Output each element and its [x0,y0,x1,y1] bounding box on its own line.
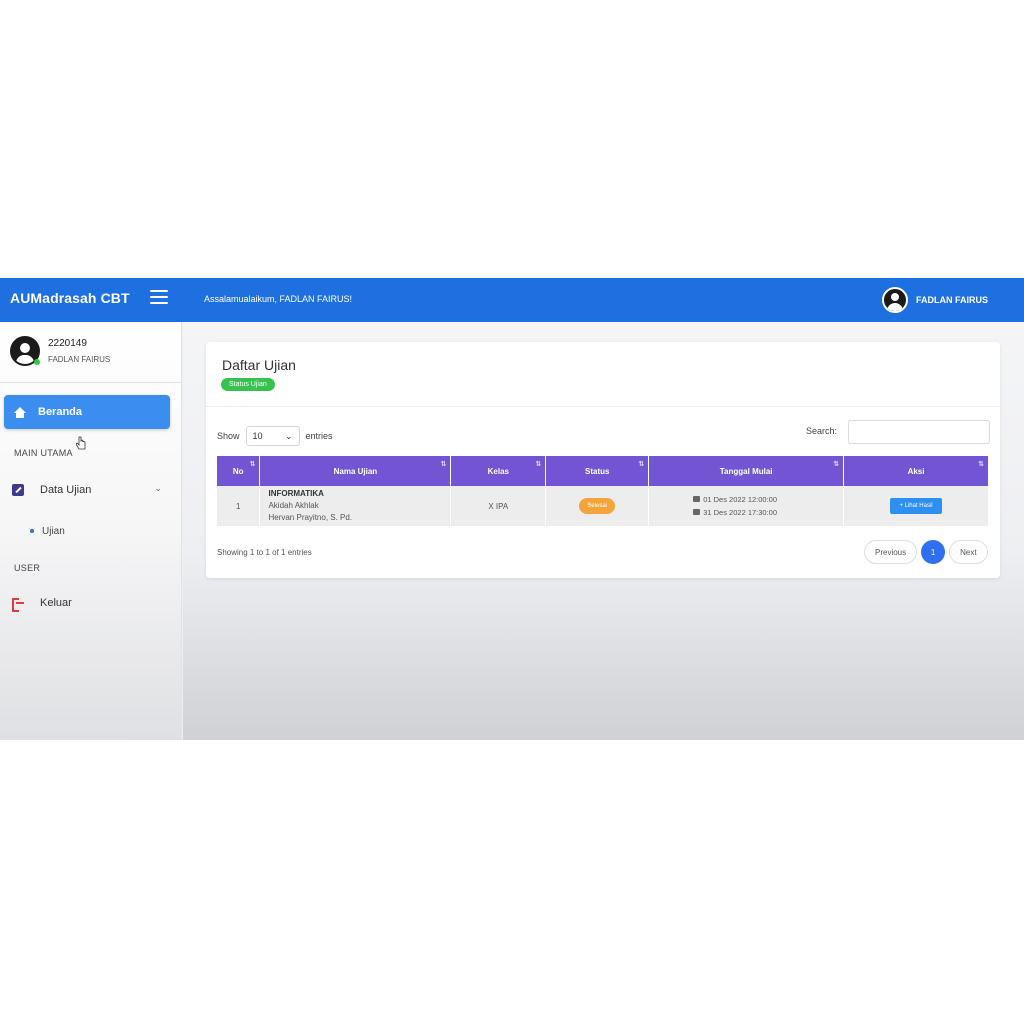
column-header-no[interactable]: No ⇅ [217,456,261,486]
exam-subject: INFORMATIKA [268,489,324,498]
mouse-cursor-icon [76,436,86,450]
previous-button[interactable]: Previous [864,540,918,564]
menu-toggle-icon[interactable] [150,290,168,306]
chevron-down-icon: ⌄ [154,483,162,493]
online-status-icon [34,359,40,365]
status-badge: Status Ujian [221,378,275,391]
top-navbar: AUMadrasah CBT Assalamualaikum, FADLAN F… [0,278,1024,322]
sidebar: 2220149 FADLAN FAIRUS Beranda MAIN UTAMA… [0,322,182,740]
app-window: AUMadrasah CBT Assalamualaikum, FADLAN F… [0,278,1024,740]
search-label: Search: [806,426,838,436]
next-button[interactable]: Next [949,540,988,564]
home-icon [14,406,26,418]
date-start: 01 Des 2022 12:00:00 [703,495,778,504]
sidebar-item-label: Data Ujian [40,484,92,496]
sort-icon: ⇅ [440,461,447,468]
cell-nama-ujian: INFORMATIKA Akidah Akhlak Hervan Prayitn… [259,486,452,526]
profile-id: 2220149 [48,338,87,349]
sign-out-icon [12,598,24,612]
edit-icon [12,484,24,496]
card-divider [206,406,1000,407]
entries-select[interactable]: 10 ⌄ [245,426,300,446]
sort-icon: ⇅ [535,461,542,468]
table-row: 1 INFORMATIKA Akidah Akhlak Hervan Prayi… [217,486,989,526]
sidebar-item-label: Keluar [40,597,72,609]
search-input[interactable] [848,420,990,444]
app-brand[interactable]: AUMadrasah CBT [10,290,130,306]
column-header-tanggal-mulai[interactable]: Tanggal Mulai ⇅ [648,456,845,486]
column-header-nama-ujian[interactable]: Nama Ujian ⇅ [259,456,452,486]
chevron-down-icon: ⌄ [284,430,293,441]
section-main-utama: MAIN UTAMA [14,448,73,458]
user-menu-name: FADLAN FAIRUS [916,295,988,305]
status-pill: Selesai [579,498,616,514]
view-result-button[interactable]: + Lihat Hasil [890,498,942,514]
bullet-icon [30,529,34,534]
user-avatar-icon [882,287,908,313]
pagination: Previous 1 Next [864,540,988,564]
cell-aksi: + Lihat Hasil [843,486,989,526]
calendar-icon [693,496,701,502]
table-header-row: No ⇅ Nama Ujian ⇅ Kelas ⇅ Status ⇅ Tanggal M… [217,456,989,486]
page-1-button[interactable]: 1 [921,540,946,564]
greeting-text: Assalamualaikum, FADLAN FAIRUS! [204,294,353,304]
cell-status: Selesai [545,486,650,526]
exam-table: No ⇅ Nama Ujian ⇅ Kelas ⇅ Status ⇅ Tanggal M… [217,456,989,526]
sidebar-item-beranda[interactable]: Beranda [4,395,170,429]
profile-name: FADLAN FAIRUS [48,355,111,364]
column-header-kelas[interactable]: Kelas ⇅ [450,456,547,486]
sidebar-subitem-ujian[interactable]: Ujian [30,526,65,537]
exam-name: Akidah Akhlak [268,501,319,510]
entries-value: 10 [252,431,263,441]
sidebar-profile: 2220149 FADLAN FAIRUS [10,336,110,366]
sidebar-item-label: Ujian [42,526,65,537]
sort-icon: ⇅ [249,461,256,468]
section-user: USER [14,563,41,573]
table-info: Showing 1 to 1 of 1 entries [217,548,312,557]
page-title: Daftar Ujian [222,357,296,373]
cell-no: 1 [217,486,261,526]
sort-icon: ⇅ [978,461,984,468]
cell-tanggal: 01 Des 2022 12:00:00 31 Des 2022 17:30:0… [648,486,845,526]
sort-icon: ⇅ [638,461,645,468]
show-label: Show [217,431,240,441]
entries-length-control: Show 10 ⌄ entries [217,426,333,446]
column-header-status[interactable]: Status ⇅ [545,456,650,486]
cell-kelas: X IPA [450,486,547,526]
calendar-icon [693,509,701,515]
column-header-aksi[interactable]: Aksi ⇅ [843,456,989,486]
entries-label: entries [305,431,333,441]
sidebar-item-label: Beranda [38,406,83,418]
sidebar-divider [0,382,182,383]
date-end: 31 Des 2022 17:30:00 [703,508,778,517]
sort-icon: ⇅ [833,461,840,468]
exam-teacher: Hervan Prayitno, S. Pd. [268,513,353,522]
exam-list-card: Daftar Ujian Status Ujian Show 10 ⌄ entr… [206,342,1000,578]
sidebar-item-keluar[interactable]: Keluar [12,597,72,612]
user-menu[interactable]: FADLAN FAIRUS [882,287,988,313]
sidebar-item-data-ujian[interactable]: Data Ujian ⌄ [12,481,162,499]
